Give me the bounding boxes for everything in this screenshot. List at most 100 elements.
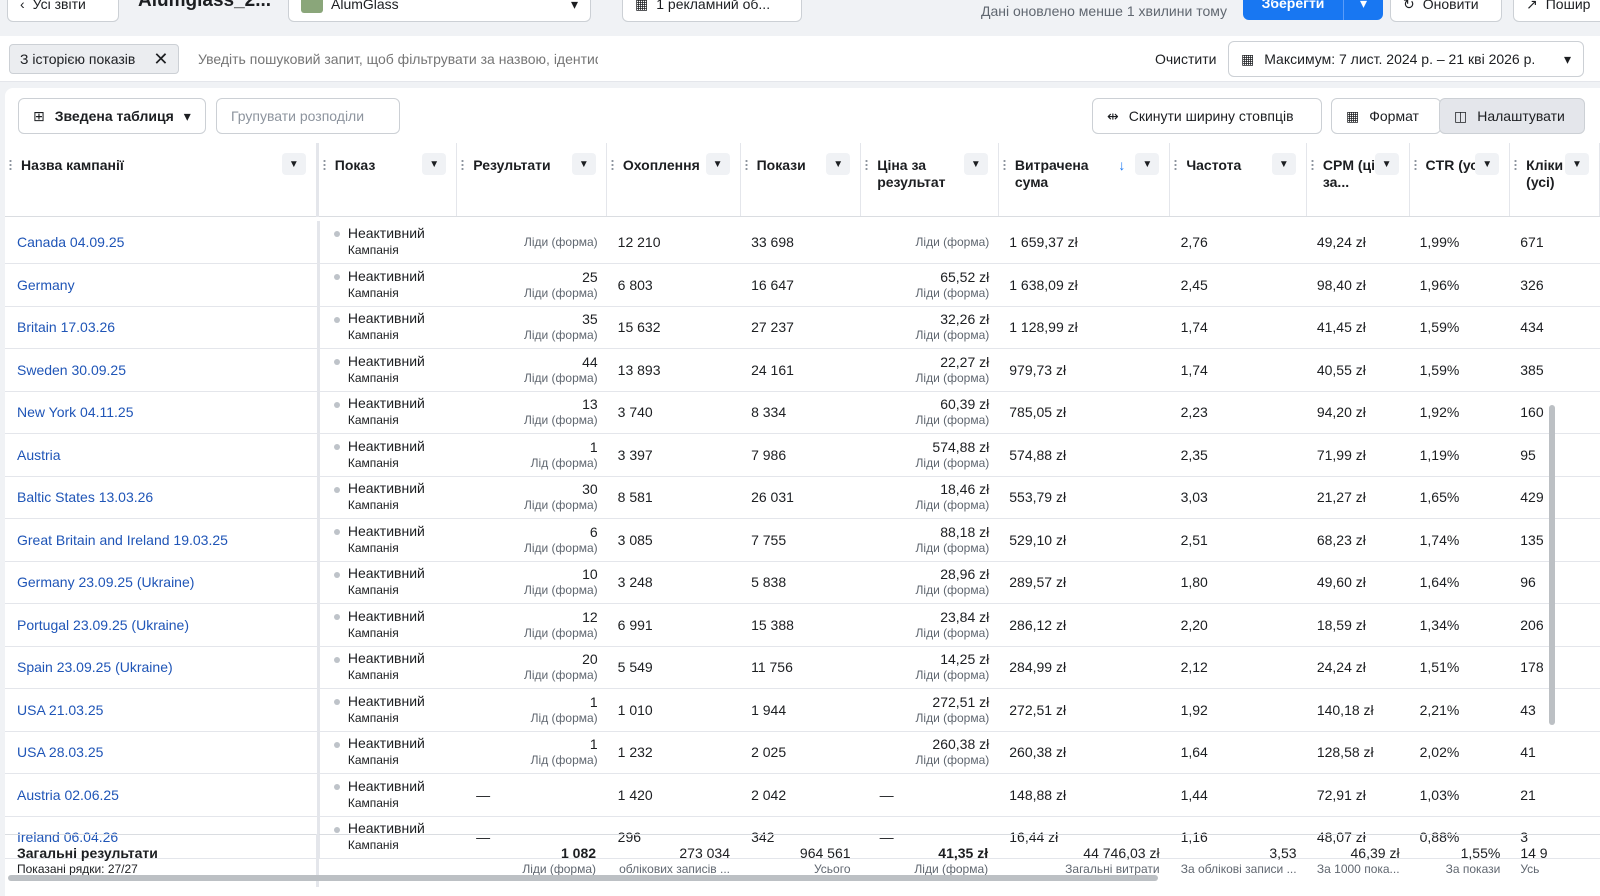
table-row[interactable]: Portugal 23.09.25 (Ukraine) Неактивний Кам… xyxy=(5,603,1600,647)
drag-handle-icon[interactable] xyxy=(461,159,465,171)
campaign-name-link[interactable]: USA 28.03.25 xyxy=(5,731,320,774)
column-header[interactable]: Витрачена сума ↓ ▼ xyxy=(998,143,1171,217)
campaign-name-link[interactable]: Austria 02.06.25 xyxy=(5,773,320,817)
campaign-name-link[interactable]: USA 21.03.25 xyxy=(5,688,320,732)
campaign-name-link[interactable]: Spain 23.09.25 (Ukraine) xyxy=(5,646,320,689)
campaign-name-link[interactable]: Germany xyxy=(5,263,320,307)
table-row[interactable]: Sweden 30.09.25 Неактивний Кампанія 44 Ліди … xyxy=(5,348,1600,392)
campaign-name-link[interactable]: Portugal 23.09.25 (Ukraine) xyxy=(5,603,320,647)
column-header[interactable]: CPM (ціна за... ▼ xyxy=(1306,143,1410,217)
impressions-cell: 8 334 xyxy=(741,391,862,434)
reset-column-width-button[interactable]: ⇹ Скинути ширину стовпців xyxy=(1092,98,1322,134)
column-menu-chevron-icon[interactable]: ▼ xyxy=(422,153,447,175)
delivery-status-cell: Неактивний Кампанія xyxy=(318,306,459,349)
column-header[interactable]: Показ ▼ xyxy=(317,143,458,217)
ctr-cell: 1,51% xyxy=(1409,646,1511,689)
campaigns-selector[interactable]: ▦ 1 рекламний об... xyxy=(622,0,802,22)
campaign-name-link[interactable]: Canada 04.09.25 xyxy=(5,221,320,264)
table-row[interactable]: Spain 23.09.25 (Ukraine) Неактивний Кампан… xyxy=(5,646,1600,689)
share-button[interactable]: ↗ Пошир xyxy=(1513,0,1600,22)
table-row[interactable]: New York 04.11.25 Неактивний Кампанія 13 Лід… xyxy=(5,391,1600,434)
save-button[interactable]: Зберегти ▾ xyxy=(1243,0,1383,20)
pivot-table-button[interactable]: ⊞ Зведена таблиця ▾ xyxy=(18,98,206,134)
sort-descending-icon[interactable]: ↓ xyxy=(1118,157,1125,174)
clicks-cell: 434 xyxy=(1510,306,1600,349)
column-header[interactable]: Результати ▼ xyxy=(456,143,607,217)
ctr-cell: 1,34% xyxy=(1409,603,1511,647)
column-menu-chevron-icon[interactable]: ▼ xyxy=(1135,153,1160,175)
column-menu-chevron-icon[interactable]: ▼ xyxy=(1565,153,1589,175)
drag-handle-icon[interactable] xyxy=(322,159,326,171)
column-menu-chevron-icon[interactable]: ▼ xyxy=(1271,153,1296,175)
column-menu-chevron-icon[interactable]: ▼ xyxy=(281,153,306,175)
account-selector[interactable]: AlumGlass ▾ xyxy=(288,0,591,22)
campaign-name-link[interactable]: Great Britain and Ireland 19.03.25 xyxy=(5,518,320,562)
date-range-picker[interactable]: ▦ Максимум: 7 лист. 2024 р. – 21 кві 202… xyxy=(1228,41,1584,77)
campaign-name-link[interactable]: Austria xyxy=(5,433,320,477)
campaign-name-link[interactable]: Sweden 30.09.25 xyxy=(5,348,320,392)
ctr-cell: 1,96% xyxy=(1409,263,1511,307)
table-row[interactable]: USA 21.03.25 Неактивний Кампанія 1 Лід (форм… xyxy=(5,688,1600,732)
cost-per-result-cell: 28,96 zł Ліди (форма) xyxy=(861,561,1000,604)
campaign-name-link[interactable]: Germany 23.09.25 (Ukraine) xyxy=(5,561,320,604)
table-row[interactable]: Austria Неактивний Кампанія 1 Лід (форма) 3 3… xyxy=(5,433,1600,477)
close-icon[interactable]: ✕ xyxy=(153,49,168,70)
column-menu-chevron-icon[interactable]: ▼ xyxy=(1374,153,1399,175)
customize-button[interactable]: ◫ Налаштувати xyxy=(1439,98,1585,134)
table-row[interactable]: Baltic States 13.03.26 Неактивний Кампанія… xyxy=(5,476,1600,519)
vertical-scrollbar[interactable] xyxy=(1549,405,1555,725)
filter-chip[interactable]: З історією показів ✕ xyxy=(9,44,180,74)
table-row[interactable]: Canada 04.09.25 Неактивний Кампанія Ліди (ф… xyxy=(5,221,1600,264)
format-button[interactable]: ▦ Формат xyxy=(1331,98,1441,134)
refresh-button[interactable]: ↻ Оновити xyxy=(1390,0,1502,22)
column-header[interactable]: Ціна за результат ▼ xyxy=(860,143,999,217)
column-menu-chevron-icon[interactable]: ▼ xyxy=(571,153,596,175)
cpm-cell: 128,58 zł xyxy=(1306,731,1410,774)
drag-handle-icon[interactable] xyxy=(610,159,614,171)
campaign-name-link[interactable]: Britain 17.03.26 xyxy=(5,306,320,349)
search-input[interactable] xyxy=(198,46,598,72)
top-bar: ‹ Усі звіти Alumglass_2... AlumGlass ▾ ▦… xyxy=(0,0,1600,36)
column-menu-chevron-icon[interactable]: ▼ xyxy=(705,153,730,175)
drag-handle-icon[interactable] xyxy=(1002,159,1006,171)
amount-spent-cell: 148,88 zł xyxy=(999,773,1171,817)
column-menu-chevron-icon[interactable]: ▼ xyxy=(826,153,851,175)
drag-handle-icon[interactable] xyxy=(1310,159,1314,171)
clicks-cell: 160 xyxy=(1510,391,1600,434)
column-header[interactable]: Назва кампанії ▼ xyxy=(5,143,319,217)
delivery-status-cell: Неактивний Кампанія xyxy=(318,603,459,647)
drag-handle-icon[interactable] xyxy=(1413,159,1417,171)
table-row[interactable]: Great Britain and Ireland 19.03.25 Неакти… xyxy=(5,518,1600,562)
table-row[interactable]: Austria 02.06.25 Неактивний Кампанія —1 420… xyxy=(5,773,1600,817)
save-dropdown-chevron-icon[interactable]: ▾ xyxy=(1343,0,1383,20)
ctr-cell: 1,03% xyxy=(1409,773,1511,817)
column-header[interactable]: Охоплення ▼ xyxy=(606,143,741,217)
table-row[interactable]: Britain 17.03.26 Неактивний Кампанія 35 Ліди… xyxy=(5,306,1600,349)
campaign-name-link[interactable]: Baltic States 13.03.26 xyxy=(5,476,320,519)
drag-handle-icon[interactable] xyxy=(744,159,748,171)
column-menu-chevron-icon[interactable]: ▼ xyxy=(1475,153,1500,175)
group-breakdowns-button[interactable]: Групувати розподіли xyxy=(216,98,400,134)
amount-spent-cell: 260,38 zł xyxy=(999,731,1171,774)
horizontal-scrollbar[interactable] xyxy=(8,875,1158,881)
cpm-cell: 140,18 zł xyxy=(1306,688,1410,732)
back-to-reports-button[interactable]: ‹ Усі звіти xyxy=(7,0,119,22)
column-menu-chevron-icon[interactable]: ▼ xyxy=(963,153,988,175)
column-header[interactable]: Частота ▼ xyxy=(1169,143,1307,217)
table-row[interactable]: Germany Неактивний Кампанія 25 Ліди (форма) 6… xyxy=(5,263,1600,307)
clear-filters-link[interactable]: Очистити xyxy=(1155,51,1216,67)
table-row[interactable]: USA 28.03.25 Неактивний Кампанія 1 Лід (форм… xyxy=(5,731,1600,774)
table-row[interactable]: Germany 23.09.25 (Ukraine) Неактивний Камп… xyxy=(5,561,1600,604)
frequency-cell: 2,45 xyxy=(1170,263,1307,307)
cpm-cell: 71,99 zł xyxy=(1306,433,1410,477)
column-header[interactable]: Кліки (усі) ▼ xyxy=(1509,143,1600,217)
column-header[interactable]: Покази ▼ xyxy=(740,143,862,217)
drag-handle-icon[interactable] xyxy=(865,159,869,171)
drag-handle-icon[interactable] xyxy=(1514,159,1518,171)
drag-handle-icon[interactable] xyxy=(9,159,12,171)
campaign-name-link[interactable]: New York 04.11.25 xyxy=(5,391,320,434)
delivery-status-cell: Неактивний Кампанія xyxy=(318,263,459,307)
cost-per-result-cell: 32,26 zł Ліди (форма) xyxy=(861,306,1000,349)
column-header[interactable]: CTR (усі) ▼ xyxy=(1409,143,1511,217)
drag-handle-icon[interactable] xyxy=(1174,159,1178,171)
